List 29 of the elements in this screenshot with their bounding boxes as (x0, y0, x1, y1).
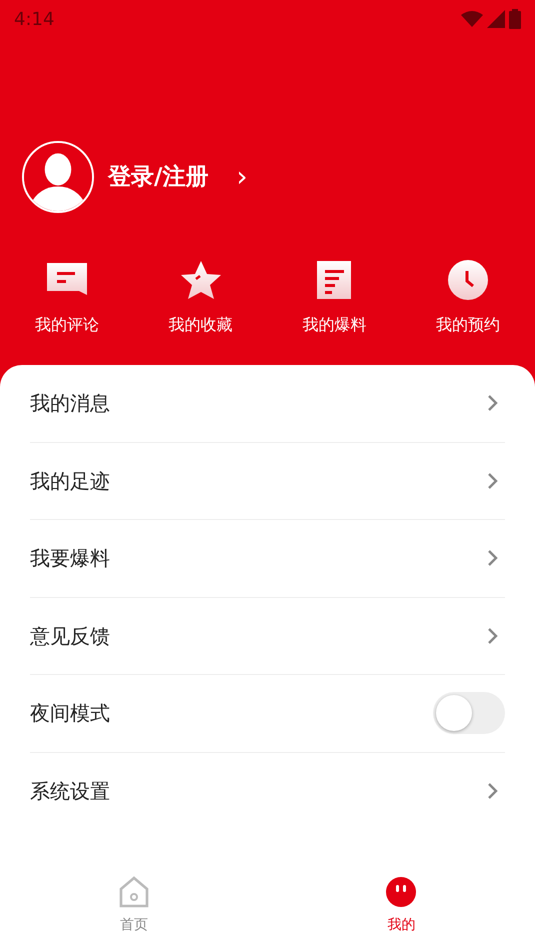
chevron-icon (487, 626, 499, 645)
chevron-icon (487, 394, 499, 412)
face-icon (384, 874, 418, 908)
toggle-switch[interactable] (433, 692, 505, 734)
menu-item[interactable]: 系统设置 (30, 752, 505, 830)
avatar-icon[interactable] (22, 141, 94, 213)
login-link[interactable]: 登录/注册 (108, 160, 208, 194)
menu-item[interactable]: 夜间模式 (30, 675, 505, 752)
clock-icon (446, 259, 490, 301)
tab[interactable]: 首页 (68, 874, 199, 936)
status-time: 4:14 (14, 8, 54, 32)
chevron-icon: › (236, 163, 248, 191)
shortcut-button[interactable]: 我的爆料 (269, 259, 400, 337)
menu-item[interactable]: 我的消息 (30, 365, 505, 442)
shortcut-button[interactable]: 我的收藏 (136, 259, 266, 337)
chevron-icon (487, 472, 499, 490)
menu-item[interactable]: 意见反馈 (30, 598, 505, 675)
shortcut-button[interactable]: 我的预约 (403, 259, 534, 337)
chevron-icon (487, 549, 499, 568)
battery-icon (509, 9, 521, 29)
signal-icon (487, 10, 505, 28)
menu-item[interactable]: 我要爆料 (30, 520, 505, 598)
star-icon (178, 259, 223, 301)
menu-item[interactable]: 我的足迹 (30, 442, 505, 520)
wifi-icon (461, 11, 483, 27)
chevron-icon (487, 782, 499, 800)
tab[interactable]: 我的 (336, 874, 466, 936)
home-icon (116, 874, 151, 908)
shortcut-button[interactable]: 我的评论 (2, 259, 132, 337)
